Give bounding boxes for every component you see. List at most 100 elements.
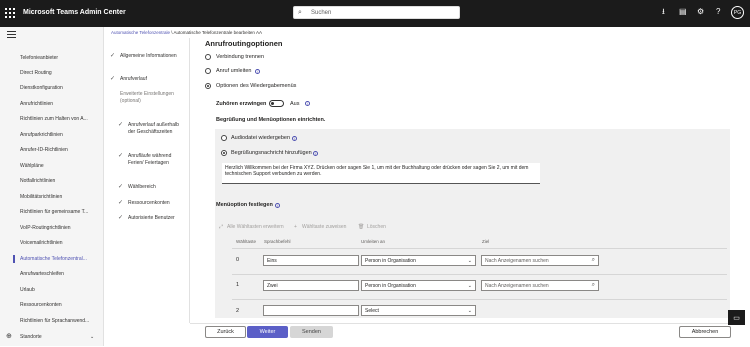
greeting-text-label: Begrüßungsnachricht hinzufügen — [231, 150, 312, 156]
nav-item[interactable]: Urlaub — [20, 287, 35, 293]
nav-item[interactable]: Mobilitätsrichtlinien — [20, 194, 62, 200]
assign-key-button[interactable]: Wähltaste zuweisen — [302, 224, 346, 230]
target-search-input[interactable]: Nach Anzeigenamen suchen ⌕ — [481, 280, 599, 291]
force-listen-toggle[interactable] — [269, 100, 284, 107]
nav-item[interactable]: VoIP-Routingrichtlinien — [20, 225, 71, 231]
search-input[interactable]: ⌕ Suchen — [293, 6, 460, 19]
nav-active-indicator — [13, 255, 15, 263]
nav-item[interactable]: Richtlinien für gemeinsame T... — [20, 209, 88, 215]
feedback-icon[interactable]: ▤ — [679, 8, 687, 16]
expand-icon: ⤢ — [219, 224, 224, 230]
wizard-footer: Zurück Weiter Senden Abbrechen — [190, 323, 745, 347]
step-general[interactable]: ✓ Allgemeine Informationen — [110, 53, 178, 60]
nav-item[interactable]: Telefonieanbieter — [20, 55, 58, 61]
column-header-target: Ziel — [482, 239, 490, 244]
expand-all-keys-button[interactable]: Alle Wähltasten erweitern — [227, 224, 284, 230]
info-icon[interactable]: i — [275, 203, 280, 208]
next-button[interactable]: Weiter — [247, 326, 288, 338]
back-button[interactable]: Zurück — [205, 326, 246, 338]
voice-command-input[interactable] — [263, 305, 359, 316]
force-listen-state: Aus — [290, 101, 300, 107]
chat-help-icon[interactable]: ▭ — [728, 310, 745, 325]
info-icon[interactable]: i — [255, 69, 260, 74]
chevron-down-icon[interactable]: ⌄ — [90, 334, 94, 340]
radio-greeting-text[interactable] — [221, 150, 227, 156]
nav-item[interactable]: Richtlinien für Sprachanwend... — [20, 318, 89, 324]
radio-disconnect[interactable] — [205, 54, 211, 60]
step-after-hours[interactable]: ✓ Anrufverlauf außerhalb der Geschäftszei… — [118, 122, 180, 135]
redirect-dropdown[interactable]: Select ⌄ — [361, 305, 476, 316]
nav-item-active[interactable]: Automatische Telefonzentral... — [20, 256, 87, 262]
option-label: Verbindung trennen — [216, 54, 265, 60]
nav-item[interactable]: Richtlinien zum Halten von A... — [20, 116, 88, 122]
wizard-stepper: ✓ Allgemeine Informationen ✓ Anrufverlauf … — [104, 38, 190, 323]
breadcrumb-current: Automatische Telefonzentrale bearbeiten … — [173, 30, 262, 35]
avatar[interactable]: PG — [731, 6, 744, 19]
dial-key: 0 — [236, 257, 240, 263]
column-header-key: Wähltaste — [236, 239, 257, 244]
globe-icon: ⊕ — [6, 333, 12, 340]
chevron-down-icon: ⌄ — [467, 283, 472, 289]
app-title: Microsoft Teams Admin Center — [23, 9, 126, 16]
step-resource-accounts[interactable]: ✓ Ressourcenkonten — [118, 200, 180, 207]
chevron-down-icon: ⌄ — [467, 308, 472, 314]
nav-item[interactable]: Anrufwarteschleifen — [20, 271, 64, 277]
search-icon: ⌕ — [591, 257, 595, 263]
radio-audio-file[interactable] — [221, 135, 227, 141]
settings-gear-icon[interactable]: ⚙ — [697, 8, 704, 16]
dial-key: 1 — [236, 282, 240, 288]
greeting-heading: Begrüßung und Menüoptionen einrichten. — [216, 117, 326, 123]
row-divider — [232, 299, 727, 300]
download-icon[interactable]: ⭳ — [662, 8, 665, 16]
row-divider — [232, 274, 727, 275]
row-divider — [232, 248, 727, 249]
nav-item[interactable]: Direct Routing — [20, 70, 52, 76]
breadcrumb-link[interactable]: Automatische Telefonzentrale — [111, 30, 170, 35]
voice-command-input[interactable]: Eins — [263, 255, 359, 266]
info-icon[interactable]: i — [313, 151, 318, 156]
plus-icon: + — [294, 224, 297, 230]
menu-options-panel — [215, 217, 730, 318]
info-icon[interactable]: i — [305, 101, 310, 106]
help-icon[interactable]: ? — [716, 8, 720, 16]
nav-item[interactable]: Wählpläne — [20, 163, 44, 169]
nav-item[interactable]: Anrufparkrichtlinien — [20, 132, 63, 138]
nav-item[interactable]: Voicemailrichtlinien — [20, 240, 63, 246]
cancel-button[interactable]: Abbrechen — [679, 326, 731, 338]
step-authorized-users[interactable]: ✓ Autorisierte Benutzer — [118, 215, 180, 222]
info-icon[interactable]: i — [292, 136, 297, 141]
top-bar: Microsoft Teams Admin Center ⌕ Suchen ⭳ … — [0, 0, 750, 27]
search-placeholder: Suchen — [311, 10, 332, 16]
hamburger-menu-icon[interactable] — [7, 31, 16, 40]
checkmark-icon: ✓ — [110, 53, 116, 59]
chevron-down-icon: ⌄ — [467, 258, 472, 264]
nav-item[interactable]: Ressourcenkonten — [20, 302, 62, 308]
delete-button[interactable]: Löschen — [367, 224, 386, 230]
column-header-voice: Sprachbefehl — [264, 239, 291, 244]
menu-heading: Menüoption festlegen — [216, 202, 273, 208]
target-search-input[interactable]: Nach Anzeigenamen suchen ⌕ — [481, 255, 599, 266]
page-title: Anrufroutingoptionen — [205, 39, 283, 48]
redirect-dropdown[interactable]: Person in Organisation ⌄ — [361, 280, 476, 291]
nav-item[interactable]: Anrufrichtlinien — [20, 101, 53, 107]
nav-item-locations[interactable]: Standorte — [20, 334, 42, 340]
step-call-flow[interactable]: ✓ Anrufverlauf — [110, 76, 178, 83]
send-button[interactable]: Senden — [290, 326, 333, 338]
checkmark-icon: ✓ — [118, 122, 124, 128]
step-holidays[interactable]: ✓ Anrufläufe während Ferien/ Feiertagen — [118, 153, 180, 166]
redirect-dropdown[interactable]: Person in Organisation ⌄ — [361, 255, 476, 266]
greeting-message-textarea[interactable]: Herzlich Willkommen bei der Firma XYZ. D… — [222, 163, 540, 184]
app-launcher-icon[interactable] — [4, 7, 16, 19]
radio-menu-options[interactable] — [205, 83, 211, 89]
step-dial-scope[interactable]: ✓ Wählbereich — [118, 184, 180, 191]
step-advanced[interactable]: Erweiterte Einstellungen (optional) — [120, 91, 178, 104]
trash-icon: 🗑 — [358, 224, 365, 230]
nav-item[interactable]: Dienstkonfiguration — [20, 85, 63, 91]
voice-command-input[interactable]: Zwei — [263, 280, 359, 291]
force-listen-label: Zuhören erzwingen — [216, 101, 267, 107]
left-navigation: Telefonieanbieter Direct Routing Dienstk… — [0, 27, 104, 346]
nav-item[interactable]: Anrufer-ID-Richtlinien — [20, 147, 68, 153]
search-icon: ⌕ — [591, 282, 595, 288]
radio-redirect[interactable] — [205, 68, 211, 74]
nav-item[interactable]: Notfallrichtlinien — [20, 178, 55, 184]
